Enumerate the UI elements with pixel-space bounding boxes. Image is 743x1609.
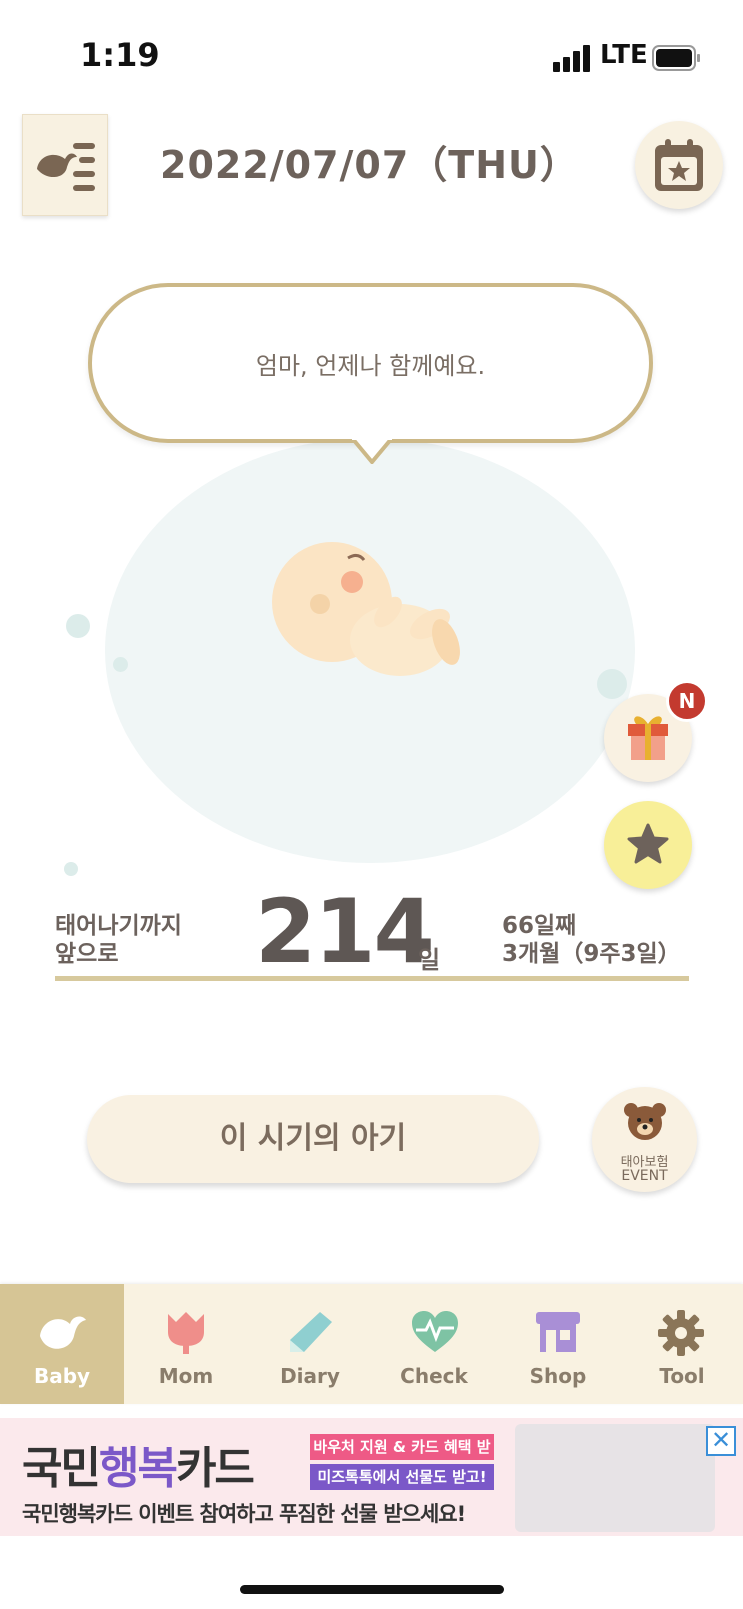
page-title-date: 2022/07/07（THU）: [160, 143, 579, 187]
speech-bubble-text: 엄마, 언제나 함께예요.: [255, 352, 486, 380]
bottom-tab-bar: Baby Mom Diary Check Shop Tool: [0, 1284, 743, 1404]
tab-baby[interactable]: Baby: [0, 1284, 124, 1404]
tab-shop-label: Shop: [529, 1364, 587, 1388]
tab-mom[interactable]: Mom: [124, 1284, 248, 1404]
star-icon: [627, 823, 669, 864]
gear-icon: [658, 1310, 704, 1356]
tab-check-label: Check: [400, 1364, 468, 1388]
store-icon: [536, 1312, 580, 1352]
ad-tag-gift: 미즈톡톡에서 선물도 받고!: [310, 1464, 494, 1490]
countdown-label-line2: 앞으로: [55, 941, 119, 967]
decor-bubble: [113, 657, 128, 672]
network-label: LTE: [600, 40, 648, 70]
battery-icon: [652, 45, 700, 71]
calendar-button[interactable]: [635, 121, 723, 209]
status-time: 1:19: [80, 36, 160, 74]
heartbeat-icon: [412, 1311, 458, 1352]
ad-banner[interactable]: 국민행복카드 바우처 지원 & 카드 혜택 받고 미즈톡톡에서 선물도 받고! …: [0, 1418, 743, 1536]
new-badge: N: [666, 680, 708, 722]
tab-diary-label: Diary: [280, 1364, 340, 1388]
tab-tool[interactable]: Tool: [620, 1284, 743, 1404]
decor-bubble: [64, 862, 78, 876]
tulip-icon: [168, 1312, 204, 1354]
divider: [55, 976, 689, 981]
ad-subtitle: 국민행복카드 이벤트 참여하고 푸짐한 선물 받으세요!: [22, 1502, 466, 1526]
ad-title-part: 카드: [175, 1443, 255, 1494]
tab-shop[interactable]: Shop: [496, 1284, 620, 1404]
days-unit: 일: [418, 946, 441, 974]
decor-bubble: [66, 614, 90, 638]
ad-close-icon[interactable]: ✕: [706, 1426, 736, 1456]
tab-check[interactable]: Check: [372, 1284, 496, 1404]
pregnancy-month-week: 3개월（9주3일）: [502, 941, 681, 967]
countdown-label-line1: 태어나기까지: [55, 913, 182, 939]
tab-tool-label: Tool: [659, 1364, 705, 1388]
tab-mom-label: Mom: [158, 1364, 214, 1388]
ad-title-part: 국민: [22, 1443, 101, 1494]
bird-icon: [40, 1316, 86, 1349]
signal-icon: [553, 45, 590, 72]
pregnancy-progress: 66일째 3개월（9주3일）: [502, 912, 681, 968]
ad-tag-benefit: 바우처 지원 & 카드 혜택 받고: [310, 1434, 494, 1482]
baby-this-period-button[interactable]: 이 시기의 아기: [87, 1095, 539, 1183]
pencil-icon: [290, 1312, 332, 1352]
ad-product-image: [515, 1424, 715, 1532]
home-indicator[interactable]: [240, 1585, 504, 1594]
bird-list-icon: [37, 143, 95, 191]
days-remaining: 214: [255, 880, 435, 983]
tab-diary[interactable]: Diary: [248, 1284, 372, 1404]
bear-icon: [624, 1103, 666, 1140]
fetus-illustration: [272, 542, 460, 676]
tab-baby-label: Baby: [33, 1364, 91, 1388]
decor-bubble: [597, 669, 627, 699]
event-label-line2: EVENT: [621, 1168, 668, 1184]
favorite-button[interactable]: [604, 801, 692, 889]
menu-button[interactable]: [22, 114, 108, 216]
speech-bubble-tail: [352, 438, 392, 464]
calendar-star-icon: [655, 139, 703, 191]
gift-icon: [628, 716, 668, 760]
pregnancy-day: 66일째: [502, 913, 577, 939]
countdown-label: 태어나기까지 앞으로: [55, 912, 182, 968]
ad-title-highlight: 행복: [98, 1443, 178, 1494]
ad-title: 국민행복카드: [22, 1432, 255, 1496]
